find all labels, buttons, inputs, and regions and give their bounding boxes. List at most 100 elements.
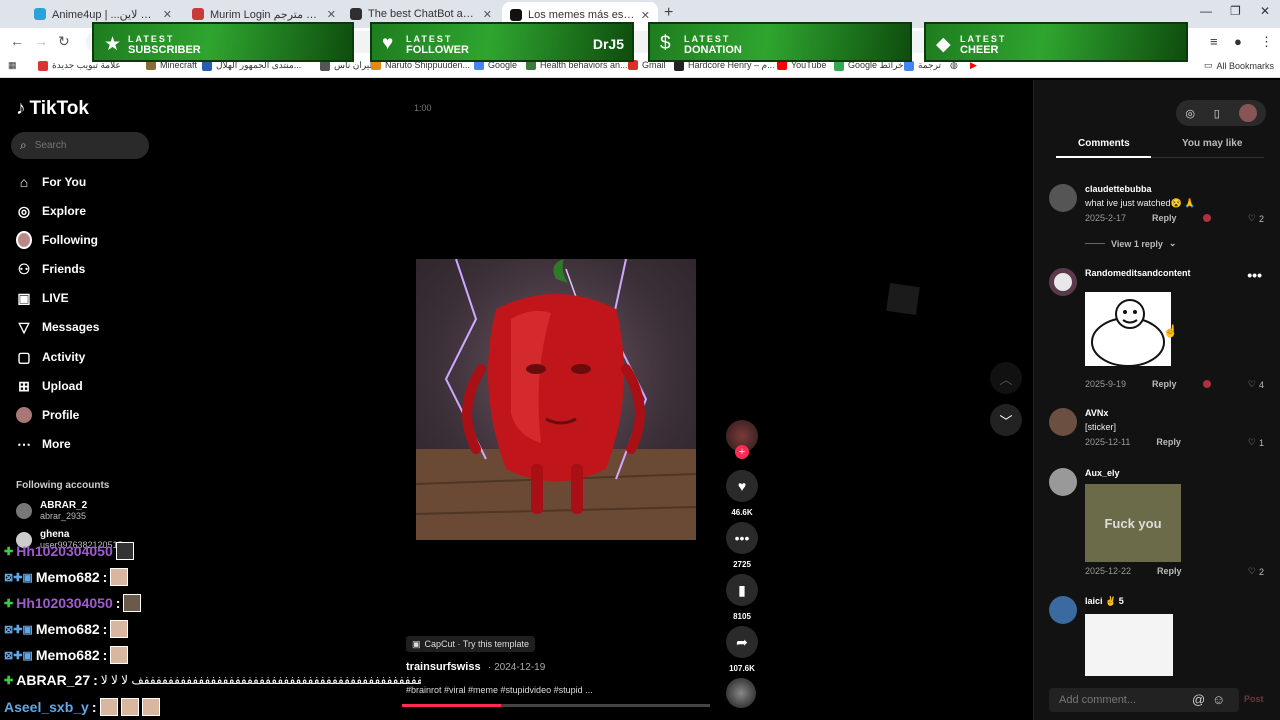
browser-tab-2[interactable]: Murim Login الفصل 229 مترجم ✕ bbox=[184, 4, 344, 24]
comment-username[interactable]: AVNx bbox=[1085, 408, 1108, 418]
video-timecode: 1:00 bbox=[414, 103, 432, 113]
comment-like[interactable]: ♡ 2 bbox=[1248, 566, 1264, 577]
nav-live[interactable]: ▣ LIVE bbox=[16, 289, 68, 306]
back-icon[interactable]: ← bbox=[10, 33, 24, 49]
all-bookmarks[interactable]: ▭ All Bookmarks bbox=[1204, 60, 1274, 71]
video-player[interactable] bbox=[416, 259, 696, 540]
comment-username[interactable]: claudettebubba bbox=[1085, 184, 1152, 194]
tab-close-icon[interactable]: ✕ bbox=[163, 8, 172, 21]
avatar[interactable] bbox=[1049, 596, 1077, 624]
capcut-template-link[interactable]: ▣ CapCut · Try this template bbox=[406, 636, 536, 652]
divider bbox=[1085, 243, 1105, 244]
tab-close-icon[interactable]: ✕ bbox=[483, 8, 492, 21]
bookmark-favicon-icon bbox=[202, 60, 212, 71]
comment-like[interactable]: ♡ 2 bbox=[1248, 213, 1264, 224]
tab-you-may-like[interactable]: You may like bbox=[1182, 138, 1242, 149]
close-window-button[interactable]: ✕ bbox=[1260, 4, 1270, 18]
tiktok-logo[interactable]: ♪ TikTok bbox=[16, 98, 89, 120]
browser-tab-1[interactable]: Anime4up | ...المترجم اون لاين ✕ bbox=[26, 4, 180, 24]
post-button[interactable]: Post bbox=[1244, 694, 1264, 704]
video-description[interactable]: #brainrot #viral #meme #stupidvideo #stu… bbox=[406, 685, 593, 695]
reply-button[interactable]: Reply bbox=[1157, 566, 1182, 576]
apps-grid-icon[interactable]: ▦ bbox=[8, 60, 17, 71]
new-tab-button[interactable]: + bbox=[664, 4, 673, 22]
nav-activity[interactable]: ▢ Activity bbox=[16, 349, 85, 365]
banner-top-label: LATEST bbox=[684, 34, 731, 44]
comment-like[interactable]: ♡ 4 bbox=[1248, 379, 1264, 390]
video-progress-fill bbox=[402, 704, 501, 707]
heart-outline-icon: ♡ bbox=[1247, 213, 1256, 223]
nav-following[interactable]: Following bbox=[16, 231, 98, 249]
mention-icon[interactable]: @ bbox=[1192, 692, 1205, 707]
reply-button[interactable]: Reply bbox=[1152, 213, 1177, 223]
heart-icon[interactable]: ♥ bbox=[726, 470, 758, 502]
comment-count: 2725 bbox=[733, 560, 751, 569]
comment-like[interactable]: ♡ 1 bbox=[1248, 437, 1264, 448]
reply-button[interactable]: Reply bbox=[1156, 437, 1181, 447]
minimize-button[interactable]: — bbox=[1200, 4, 1212, 18]
avatar[interactable] bbox=[1049, 268, 1077, 296]
tab-close-icon[interactable]: ✕ bbox=[327, 8, 336, 21]
share-action[interactable]: ➦ 107.6K bbox=[726, 626, 758, 673]
compass-icon: ◎ bbox=[17, 202, 31, 219]
comment-action[interactable]: ••• 2725 bbox=[726, 522, 758, 569]
chat-badge-icon: ✚ bbox=[4, 597, 14, 610]
nav-explore[interactable]: ◎ Explore bbox=[16, 203, 86, 219]
music-disc-icon[interactable] bbox=[726, 678, 756, 708]
browser-menu-icon[interactable]: ⋮ bbox=[1260, 34, 1273, 50]
comment-username[interactable]: laici ✌️ 5 bbox=[1085, 596, 1124, 607]
nav-profile[interactable]: Profile bbox=[16, 407, 79, 423]
media-controls-icon[interactable]: ≡ bbox=[1210, 34, 1218, 49]
maximize-button[interactable]: ❐ bbox=[1230, 4, 1241, 18]
save-action[interactable]: ▮ 8105 bbox=[726, 574, 758, 621]
pepper-character-image bbox=[416, 259, 696, 540]
follow-plus-icon[interactable]: + bbox=[735, 445, 749, 459]
avatar[interactable] bbox=[1049, 184, 1077, 212]
avatar bbox=[16, 503, 32, 519]
device-icon[interactable]: ▯ bbox=[1214, 107, 1220, 120]
mouse-cursor-icon: ☝ bbox=[1163, 324, 1178, 338]
nav-more[interactable]: ⋯ More bbox=[16, 436, 71, 452]
comment-icon[interactable]: ••• bbox=[726, 522, 758, 554]
chat-line: ✚ Hh1020304050: bbox=[4, 594, 142, 612]
previous-video-button[interactable]: ︿ bbox=[990, 362, 1022, 394]
nav-label: Activity bbox=[42, 350, 86, 364]
avatar[interactable] bbox=[1049, 408, 1077, 436]
tab-close-icon[interactable]: ✕ bbox=[641, 9, 650, 22]
more-options-icon[interactable]: ••• bbox=[1247, 267, 1262, 283]
reply-button[interactable]: Reply bbox=[1152, 379, 1177, 389]
chat-badge-icon: ✚ bbox=[4, 545, 14, 558]
search-input[interactable] bbox=[34, 140, 135, 151]
following-account[interactable]: ABRAR_2 abrar_2935 bbox=[16, 500, 87, 522]
search-box[interactable]: ⌕ bbox=[11, 132, 149, 159]
nav-upload[interactable]: ⊞ Upload bbox=[16, 378, 83, 394]
tab-favicon-icon bbox=[192, 8, 204, 20]
emoji-icon[interactable]: ☺ bbox=[1212, 692, 1225, 707]
like-action[interactable]: ♥ 46.6K bbox=[726, 470, 758, 517]
browser-tab-3[interactable]: The best ChatBot and Widgets ✕ bbox=[342, 4, 500, 24]
reload-icon[interactable]: ↻ bbox=[58, 33, 70, 50]
next-video-button[interactable]: ﹀ bbox=[990, 404, 1022, 436]
view-replies-button[interactable]: View 1 reply ⌄ bbox=[1085, 238, 1176, 249]
nav-label: Following bbox=[42, 233, 98, 247]
video-progress-bar[interactable] bbox=[402, 704, 710, 707]
forward-icon[interactable]: → bbox=[34, 33, 48, 49]
tab-comments[interactable]: Comments bbox=[1078, 138, 1130, 149]
nav-messages[interactable]: ▽ Messages bbox=[16, 319, 100, 335]
add-comment-input[interactable]: Add comment... bbox=[1049, 688, 1239, 712]
user-avatar[interactable] bbox=[1238, 104, 1257, 122]
share-icon[interactable]: ➦ bbox=[726, 626, 758, 658]
compass-icon[interactable]: ◎ bbox=[1185, 107, 1195, 120]
like-count: 2 bbox=[1258, 566, 1264, 577]
bookmark-icon[interactable]: ▮ bbox=[726, 574, 758, 606]
nav-for-you[interactable]: ⌂ For You bbox=[16, 174, 86, 190]
banner-top-label: LATEST bbox=[128, 34, 175, 44]
nav-label: Profile bbox=[42, 408, 80, 422]
avatar[interactable] bbox=[1049, 468, 1077, 496]
nav-friends[interactable]: ⚇ Friends bbox=[16, 261, 86, 277]
comment-username[interactable]: Randomeditsandcontent bbox=[1085, 268, 1191, 278]
comment-username[interactable]: Aux_ely bbox=[1085, 468, 1120, 478]
live-icon: ▣ bbox=[17, 289, 31, 306]
profile-icon[interactable]: ● bbox=[1234, 34, 1242, 49]
following-accounts-title: Following accounts bbox=[16, 480, 110, 491]
